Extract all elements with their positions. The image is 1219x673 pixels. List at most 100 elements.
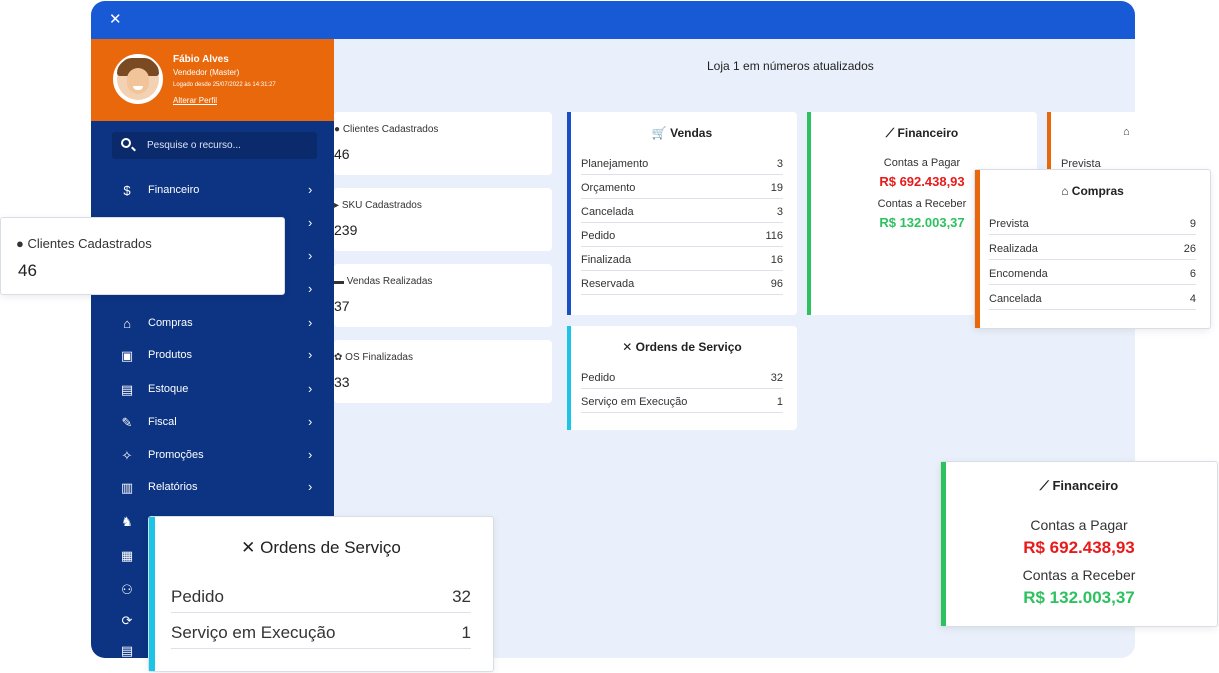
chart-icon: ⟋ xyxy=(885,126,895,140)
stat-value: 46 xyxy=(18,261,37,280)
refresh-icon[interactable]: ⟳ xyxy=(119,613,135,629)
profile-role: Vendedor (Master) xyxy=(173,68,240,77)
list-item: Reservada 96 xyxy=(581,275,783,295)
top-bar: ✕ xyxy=(91,1,1135,39)
sidebar-item-fiscal[interactable]: ✎ Fiscal › xyxy=(91,413,334,437)
list-item: Cancelada 4 xyxy=(989,290,1196,310)
sidebar-item-estoque[interactable]: ▤ Estoque › xyxy=(91,380,334,404)
list-item: Encomenda 6 xyxy=(989,265,1196,285)
bars-icon: ▥ xyxy=(120,480,134,495)
card-icon: ▬ xyxy=(334,276,344,287)
gear-icon: ✿ xyxy=(334,352,343,363)
list-item: Pedido 32 xyxy=(581,369,783,389)
list-item: Pedido 116 xyxy=(581,227,783,247)
chevron-right-icon: › xyxy=(308,315,313,330)
stat-card-clientes: ● Clientes Cadastrados 46 xyxy=(334,112,552,175)
page-title: Loja 1 em números atualizados xyxy=(707,59,874,73)
tools-icon: ✕ xyxy=(241,538,256,557)
document-icon: ✎ xyxy=(121,415,133,430)
sidebar-item-relatorios[interactable]: ▥ Relatórios › xyxy=(91,478,334,502)
contas-receber-label: Contas a Receber xyxy=(1022,567,1136,583)
profile-name: Fábio Alves xyxy=(173,54,229,65)
cart-icon: 🛒 xyxy=(651,126,667,140)
stat-label: ● Clientes Cadastrados xyxy=(334,124,439,135)
vendas-title: 🛒 Vendas xyxy=(651,126,713,140)
sidebar-item-label: Promoções xyxy=(148,449,204,461)
list-item: Prevista 9 xyxy=(989,215,1196,235)
avatar xyxy=(113,54,163,104)
users-icon[interactable]: ⚇ xyxy=(119,582,135,598)
close-icon[interactable]: ✕ xyxy=(109,10,122,28)
basket-icon: ⌂ xyxy=(1123,126,1130,138)
contas-receber-value: R$ 132.003,37 xyxy=(1023,588,1135,607)
zoom-clientes-card: ● Clientes Cadastrados 46 xyxy=(0,217,285,295)
contas-pagar-label: Contas a Pagar xyxy=(1030,517,1128,533)
list-item: Orçamento 19 xyxy=(581,179,783,199)
stat-value: 33 xyxy=(334,374,350,390)
warehouse-icon: ▤ xyxy=(120,382,134,397)
chevron-right-icon: › xyxy=(308,182,313,197)
financeiro-title: ⟋ Financeiro xyxy=(1039,478,1119,493)
chevron-right-icon: › xyxy=(308,381,313,396)
ordens-title: ✕ Ordens de Serviço xyxy=(241,538,401,557)
basket-icon: ⌂ xyxy=(1061,184,1069,198)
list-item: Cancelada 3 xyxy=(581,203,783,223)
zoom-financeiro-card: ⟋ Financeiro Contas a Pagar R$ 692.438,9… xyxy=(940,461,1218,627)
tools-icon: ✕ xyxy=(622,340,633,354)
bag-icon: ⌂ xyxy=(123,316,131,331)
financeiro-title: ⟋ Financeiro xyxy=(885,126,959,140)
chevron-right-icon: › xyxy=(308,215,313,230)
list-item: Planejamento 3 xyxy=(581,155,783,175)
stat-value: 37 xyxy=(334,298,350,314)
sidebar-item-label: Relatórios xyxy=(148,481,198,493)
sidebar-item-label: Fiscal xyxy=(148,416,177,428)
sidebar-item-label: Financeiro xyxy=(148,184,200,196)
search-box xyxy=(112,132,317,159)
chevron-right-icon: › xyxy=(308,479,313,494)
megaphone-icon: ✧ xyxy=(121,448,133,463)
stat-card-os: ✿ OS Finalizadas 33 xyxy=(334,340,552,403)
sidebar-item-label: Estoque xyxy=(148,383,189,395)
box-icon: ▣ xyxy=(120,348,134,363)
stat-value: 239 xyxy=(334,222,358,238)
user-icon: ● xyxy=(16,236,24,251)
list-item: Pedido 32 xyxy=(171,585,471,613)
zoom-compras-card: ⌂ Compras Prevista 9 Realizada 26 Encomend… xyxy=(974,169,1211,329)
tag-icon: ▸ xyxy=(334,200,340,211)
user-icon: ● xyxy=(334,124,341,135)
search-icon xyxy=(121,138,131,148)
dollar-icon: $ xyxy=(123,183,131,198)
chess-icon[interactable]: ♞ xyxy=(119,514,135,530)
notebook-icon[interactable]: ▦ xyxy=(119,548,135,564)
compras-title: ⌂ Compras xyxy=(1061,184,1124,198)
edit-profile-link[interactable]: Alterar Perfil xyxy=(173,96,217,105)
stat-label: ▬ Vendas Realizadas xyxy=(334,276,433,287)
search-input[interactable] xyxy=(147,136,307,155)
sidebar-item-produtos[interactable]: ▣ Produtos › xyxy=(91,346,334,370)
vendas-panel: 🛒 Vendas Planejamento 3 Orçamento 19 Cance… xyxy=(567,112,797,315)
stat-card-vendas: ▬ Vendas Realizadas 37 xyxy=(334,264,552,327)
list-item: Serviço em Execução 1 xyxy=(171,621,471,649)
chart-icon: ⟋ xyxy=(1039,478,1049,493)
chevron-right-icon: › xyxy=(308,248,313,263)
stat-value: 46 xyxy=(334,146,350,162)
sidebar-item-promocoes[interactable]: ✧ Promoções › xyxy=(91,446,334,470)
sidebar-item-financeiro[interactable]: $ Financeiro › xyxy=(91,181,334,205)
list-item: Realizada 26 xyxy=(989,240,1196,260)
ordens-title: ✕ Ordens de Serviço xyxy=(622,340,742,354)
chevron-right-icon: › xyxy=(308,281,313,296)
profile-logged-since: Logado desde 25/07/2022 às 14:31:27 xyxy=(173,82,276,88)
contas-pagar-label: Contas a Pagar xyxy=(883,157,961,169)
file-icon[interactable]: ▤ xyxy=(119,643,135,658)
stat-label: ✿ OS Finalizadas xyxy=(334,352,413,363)
list-item: Finalizada 16 xyxy=(581,251,783,271)
list-item: Serviço em Execução 1 xyxy=(581,393,783,413)
chevron-right-icon: › xyxy=(308,347,313,362)
sidebar-item-label: Compras xyxy=(148,317,193,329)
sidebar-item-compras[interactable]: ⌂ Compras › xyxy=(91,314,334,338)
ordens-panel: ✕ Ordens de Serviço Pedido 32 Serviço em … xyxy=(567,326,797,430)
contas-pagar-value: R$ 692.438,93 xyxy=(1023,538,1135,557)
chevron-right-icon: › xyxy=(308,447,313,462)
sidebar-item-label: Produtos xyxy=(148,349,193,361)
zoom-ordens-card: ✕ Ordens de Serviço Pedido 32 Serviço em … xyxy=(148,516,494,672)
